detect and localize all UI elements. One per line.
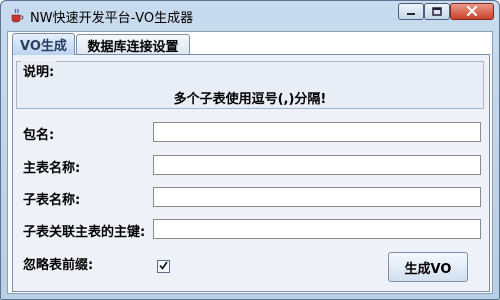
main-table-label: 主表名称: <box>23 161 81 176</box>
checkmark-icon <box>159 261 168 272</box>
title-bar[interactable]: NW快速开发平台-VO生成器 <box>1 1 499 29</box>
tab-vo-generate[interactable]: VO生成 <box>12 33 75 55</box>
info-group: 说明: 多个子表使用逗号(,)分隔! <box>16 61 484 109</box>
close-icon <box>466 2 478 21</box>
sub-table-field[interactable] <box>153 187 481 207</box>
minimize-button[interactable] <box>398 3 424 20</box>
client-area: VO生成 数据库连接设置 说明: 多个子表使用逗号(,)分隔! 包名: 主表名称… <box>7 31 493 294</box>
generate-vo-button[interactable]: 生成VO <box>388 252 468 282</box>
sub-fk-field[interactable] <box>153 219 481 239</box>
sub-table-label: 子表名称: <box>23 193 81 208</box>
maximize-icon <box>432 2 442 21</box>
tab-db-connection-settings[interactable]: 数据库连接设置 <box>76 34 190 55</box>
info-text: 多个子表使用逗号(,)分隔! <box>173 92 327 107</box>
package-label: 包名: <box>23 128 55 143</box>
package-field[interactable] <box>153 122 481 142</box>
ignore-prefix-label: 忽略表前缀: <box>23 258 94 273</box>
java-coffee-icon <box>9 7 25 23</box>
main-table-field[interactable] <box>153 155 481 175</box>
minimize-icon <box>406 2 416 21</box>
window-title: NW快速开发平台-VO生成器 <box>30 11 194 26</box>
ignore-prefix-checkbox[interactable] <box>157 260 170 273</box>
tab-panel: 说明: 多个子表使用逗号(,)分隔! 包名: 主表名称: 子表名称: 子表关联主… <box>12 54 490 292</box>
close-button[interactable] <box>450 3 494 20</box>
maximize-button[interactable] <box>424 3 450 20</box>
sub-fk-label: 子表关联主表的主键: <box>23 225 146 240</box>
app-window: NW快速开发平台-VO生成器 VO生成 数据库连接设置 说明: 多个子表使用逗号… <box>0 0 500 300</box>
info-legend: 说明: <box>21 61 57 80</box>
